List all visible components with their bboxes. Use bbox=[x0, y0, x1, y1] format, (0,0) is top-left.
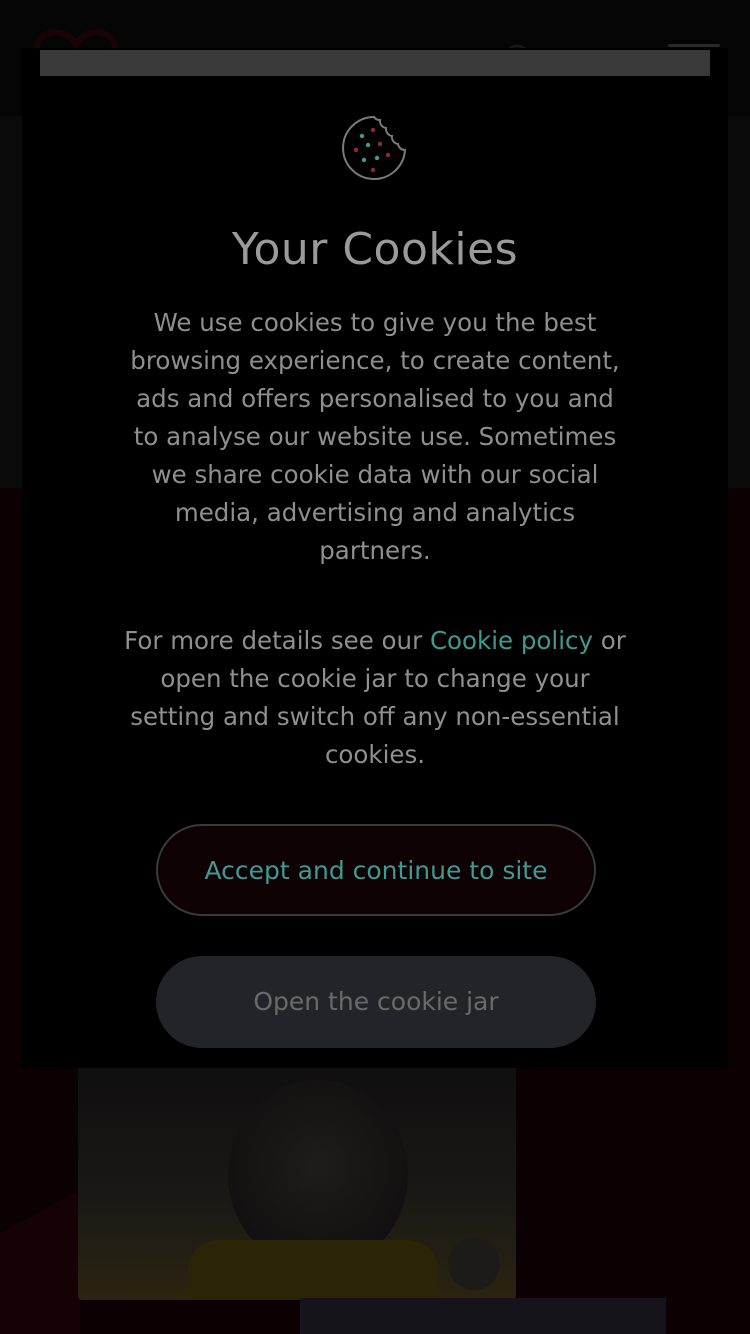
cookie-consent-modal: Your Cookies We use cookies to give you … bbox=[22, 48, 728, 1068]
open-cookie-jar-button[interactable]: Open the cookie jar bbox=[156, 956, 596, 1048]
cookie-policy-link[interactable]: Cookie policy bbox=[430, 626, 593, 655]
page: Your Cookies We use cookies to give you … bbox=[0, 0, 750, 1334]
hero-photo bbox=[78, 1060, 516, 1300]
cookie-details-text: For more details see our Cookie policy o… bbox=[122, 622, 628, 774]
bottom-card bbox=[300, 1298, 666, 1334]
details-text-prefix: For more details see our bbox=[124, 626, 430, 655]
modal-title: Your Cookies bbox=[231, 224, 519, 275]
accept-button[interactable]: Accept and continue to site bbox=[156, 824, 596, 916]
cookie-description: We use cookies to give you the best brow… bbox=[130, 308, 620, 565]
modal-top-bar bbox=[40, 50, 710, 76]
photo-badge bbox=[448, 1238, 500, 1290]
photo-shirt bbox=[188, 1240, 438, 1300]
cookie-icon bbox=[342, 115, 407, 180]
